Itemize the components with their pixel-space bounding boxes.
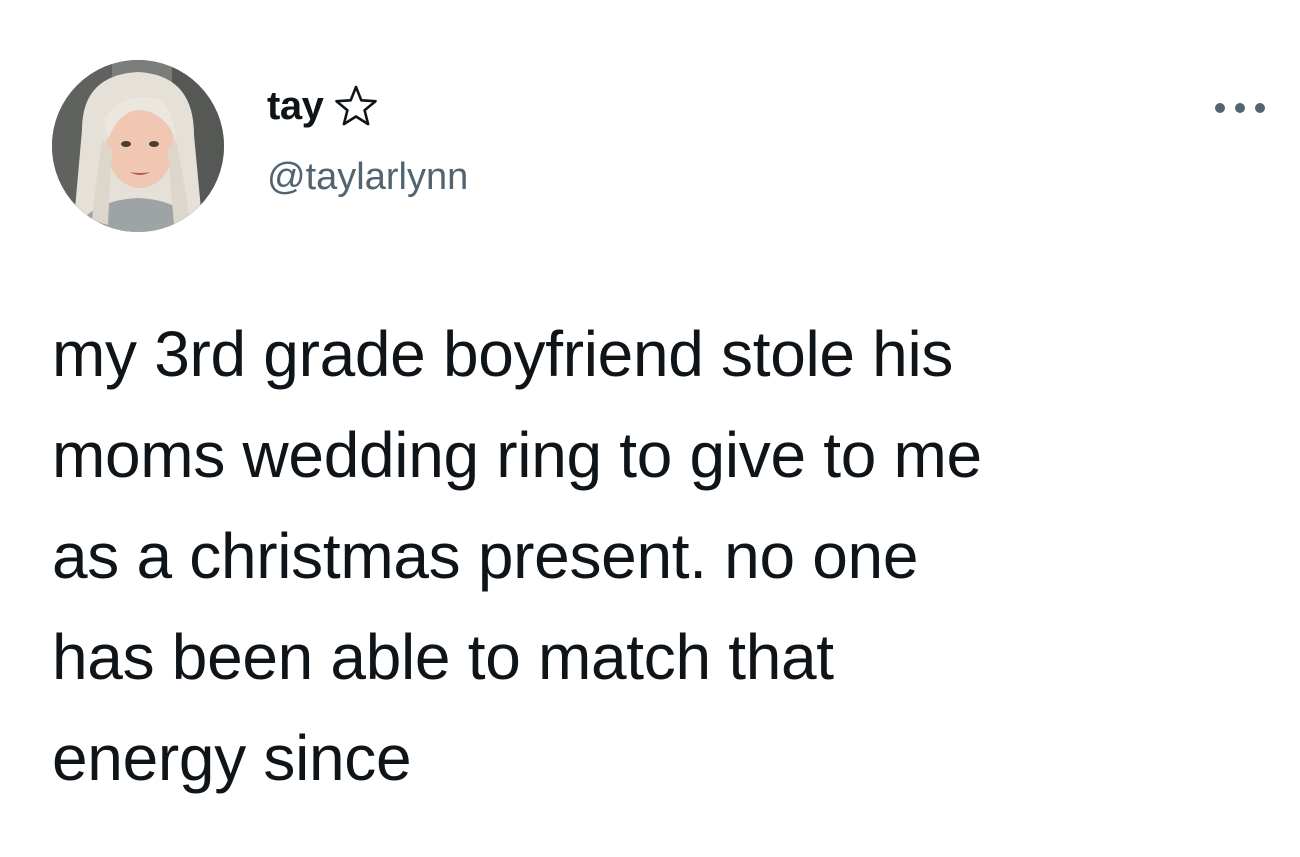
- star-outline-icon: [333, 83, 379, 129]
- more-options-button[interactable]: [1208, 92, 1272, 124]
- more-horizontal-icon: [1215, 103, 1265, 113]
- avatar[interactable]: [52, 60, 224, 232]
- author-handle[interactable]: @taylarlynn: [267, 156, 468, 199]
- tweet-card: tay @taylarlynn my 3rd grade boyfriend s…: [0, 0, 1300, 857]
- tweet-text: my 3rd grade boyfriend stole his moms we…: [52, 318, 982, 794]
- avatar-photo: [52, 60, 224, 232]
- author-name-row[interactable]: tay: [267, 80, 379, 132]
- display-name[interactable]: tay: [267, 84, 324, 129]
